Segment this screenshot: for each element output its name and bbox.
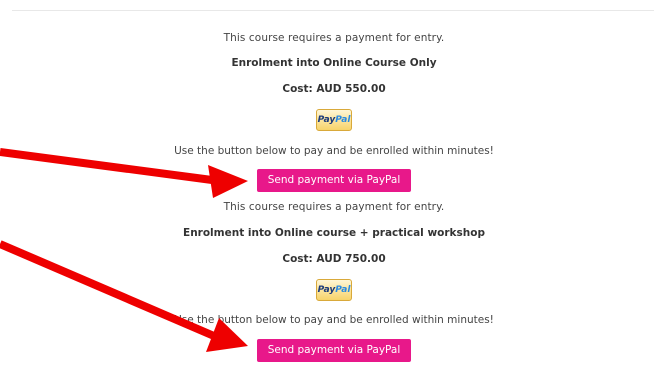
payment-instruction-text: Use the button below to pay and be enrol…: [174, 314, 494, 326]
paypal-logo-row: PayPal: [0, 277, 668, 301]
pay-button-row: Send payment via PayPal: [0, 168, 668, 192]
payment-required-text: This course requires a payment for entry…: [223, 201, 445, 213]
paypal-logo-icon: PayPal: [316, 279, 352, 301]
enrolment-title: Enrolment into Online course + practical…: [183, 227, 485, 239]
enrolment-title: Enrolment into Online Course Only: [231, 57, 437, 69]
paypal-logo-icon: PayPal: [316, 109, 352, 131]
course-cost: Cost: AUD 550.00: [282, 83, 386, 95]
course-cost: Cost: AUD 750.00: [282, 253, 386, 265]
send-payment-paypal-button[interactable]: Send payment via PayPal: [257, 339, 411, 362]
top-divider: [12, 10, 654, 11]
pay-button-row: Send payment via PayPal: [0, 338, 668, 362]
paypal-logo-row: PayPal: [0, 107, 668, 131]
send-payment-paypal-button[interactable]: Send payment via PayPal: [257, 169, 411, 192]
payment-instruction-text: Use the button below to pay and be enrol…: [174, 145, 494, 157]
payment-required-text: This course requires a payment for entry…: [223, 32, 445, 44]
